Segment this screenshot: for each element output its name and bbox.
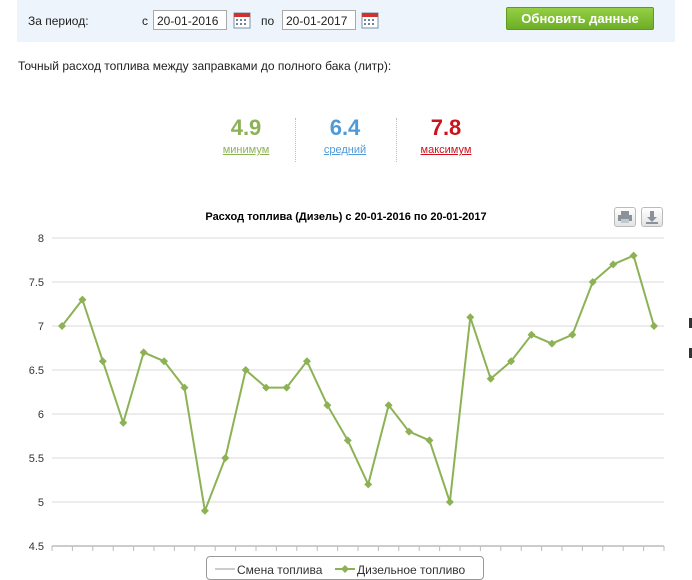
data-point: [323, 401, 332, 410]
y-tick-label: 7: [38, 321, 44, 333]
data-point: [466, 313, 475, 322]
legend-item-fuel-change[interactable]: Смена топлива: [237, 563, 322, 577]
data-point: [139, 348, 148, 357]
y-tick-label: 5: [38, 497, 44, 509]
series-line-diesel: [61, 254, 655, 515]
data-point: [445, 498, 454, 506]
y-tick-label: 4.5: [29, 541, 44, 553]
data-point: [425, 436, 434, 445]
y-tick-label: 6.5: [29, 365, 44, 377]
legend-item-diesel[interactable]: Дизельное топливо: [357, 563, 465, 577]
data-point: [200, 506, 209, 515]
data-point: [650, 322, 658, 330]
y-tick-label: 7.5: [29, 277, 44, 289]
legend-line-icon: [215, 568, 235, 570]
data-point: [98, 357, 107, 366]
data-point: [547, 339, 556, 348]
legend-diamond-icon: [335, 565, 355, 573]
fuel-chart: 4.5 5 5.5 6 6.5 7 7.5 8: [29, 233, 665, 553]
data-point: [568, 330, 577, 339]
y-tick-label: 8: [38, 233, 44, 245]
y-tick-label: 5.5: [29, 453, 44, 465]
data-point: [119, 418, 128, 427]
y-tick-label: 6: [38, 409, 44, 421]
chart-legend: Смена топлива Дизельное топливо: [206, 556, 484, 580]
data-point: [343, 436, 352, 445]
data-point: [221, 454, 230, 462]
data-point: [364, 480, 373, 489]
data-point: [629, 251, 638, 260]
